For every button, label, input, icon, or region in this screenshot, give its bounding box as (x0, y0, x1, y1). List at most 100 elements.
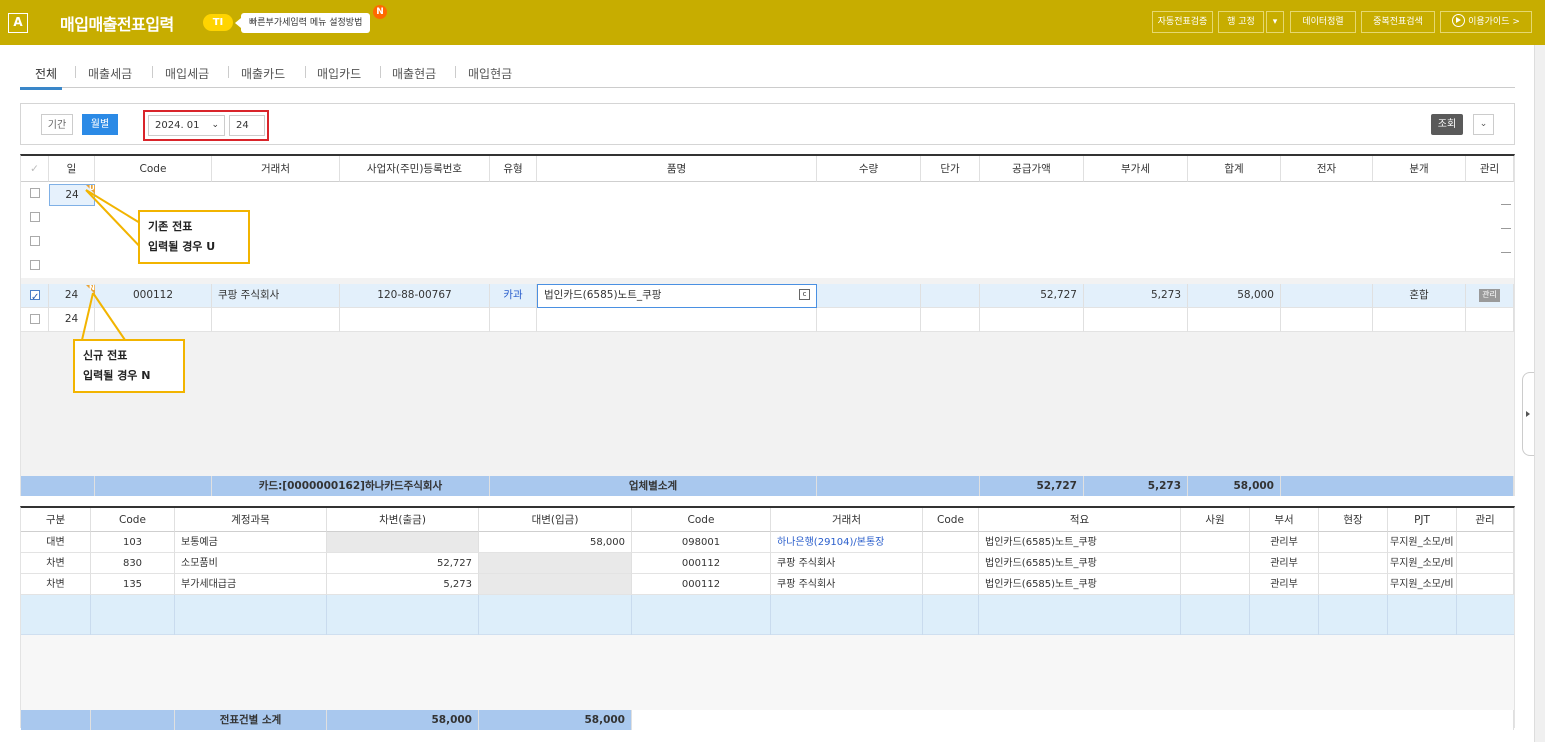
pjt-cell[interactable]: 무지원_소모/비 (1388, 574, 1457, 595)
vendor-cell[interactable]: 쿠팡 주식회사 (771, 553, 923, 574)
manage-cell[interactable] (1457, 553, 1514, 574)
manage-cell[interactable] (1457, 574, 1514, 595)
row-checkbox[interactable] (30, 314, 40, 324)
pjt-cell[interactable]: 무지원_소모/비 (1388, 553, 1457, 574)
row-checkbox[interactable] (30, 260, 40, 270)
vertical-scrollbar[interactable] (1534, 45, 1545, 742)
employee-cell[interactable] (1181, 574, 1250, 595)
code2-cell[interactable] (923, 532, 979, 553)
vat-cell[interactable]: 5,273 (1084, 284, 1188, 308)
employee-cell[interactable] (1181, 532, 1250, 553)
memo-cell[interactable]: 법인카드(6585)노트_쿠팡 (979, 532, 1181, 553)
table-row[interactable]: 24 (21, 308, 1514, 332)
user-guide-button[interactable]: 이용가이드 > (1440, 11, 1532, 33)
debit-cell[interactable]: 5,273 (327, 574, 479, 595)
memo-cell[interactable]: 법인카드(6585)노트_쿠팡 (979, 574, 1181, 595)
journal-cell[interactable] (1373, 308, 1466, 332)
type-cell[interactable] (490, 308, 537, 332)
debit-cell[interactable] (327, 532, 479, 553)
pjt-cell[interactable]: 무지원_소모/비 (1388, 532, 1457, 553)
site-cell[interactable] (1319, 553, 1388, 574)
tab-purchase-tax[interactable]: 매입세금 (165, 65, 209, 82)
journal-cell[interactable]: 혼합 (1373, 284, 1466, 308)
duplicate-voucher-search-button[interactable]: 중복전표검색 (1361, 11, 1435, 33)
account-cell[interactable]: 보통예금 (175, 532, 327, 553)
tab-sales-card[interactable]: 매출카드 (241, 65, 285, 82)
quick-guide-tooltip[interactable]: 빠른부가세입력 메뉴 설정방법 (234, 13, 371, 33)
vendor-code-cell[interactable]: 000112 (632, 553, 771, 574)
kind-cell[interactable]: 차변 (21, 553, 91, 574)
item-cell[interactable] (537, 308, 817, 332)
row-checkbox[interactable] (30, 188, 40, 198)
account-cell[interactable]: 부가세대급금 (175, 574, 327, 595)
vat-cell[interactable] (1084, 308, 1188, 332)
dept-cell[interactable]: 관리부 (1250, 574, 1319, 595)
auto-voucher-verify-button[interactable]: 자동전표검증 (1152, 11, 1213, 33)
code2-cell[interactable] (923, 574, 979, 595)
total-cell[interactable] (1188, 308, 1281, 332)
vendor-code-cell[interactable]: 000112 (632, 574, 771, 595)
month-select[interactable]: 2024. 01 ⌄ (148, 115, 225, 136)
employee-cell[interactable] (1181, 553, 1250, 574)
manage-button[interactable]: 관리 (1479, 289, 1500, 302)
vendor-cell[interactable] (212, 308, 340, 332)
calendar-icon[interactable]: c (799, 289, 810, 300)
total-cell[interactable]: 58,000 (1188, 284, 1281, 308)
bizno-cell[interactable] (340, 308, 490, 332)
ti-badge[interactable]: TI (203, 14, 233, 31)
credit-cell[interactable]: 58,000 (479, 532, 632, 553)
tab-sales-tax[interactable]: 매출세금 (88, 65, 132, 82)
day-input[interactable]: 24 (229, 115, 265, 136)
vendor-cell[interactable]: 쿠팡 주식회사 (771, 574, 923, 595)
manage-cell[interactable] (1466, 308, 1514, 332)
row-checkbox[interactable] (30, 236, 40, 246)
electronic-cell[interactable] (1281, 308, 1373, 332)
manage-cell[interactable] (1457, 532, 1514, 553)
bizno-cell[interactable]: 120-88-00767 (340, 284, 490, 308)
code-cell[interactable]: 135 (91, 574, 175, 595)
memo-cell[interactable]: 법인카드(6585)노트_쿠팡 (979, 553, 1181, 574)
tab-all[interactable]: 전체 (35, 65, 57, 82)
type-cell[interactable]: 카과 (490, 284, 537, 308)
account-cell[interactable]: 소모품비 (175, 553, 327, 574)
site-cell[interactable] (1319, 532, 1388, 553)
code-cell[interactable]: 103 (91, 532, 175, 553)
row-fix-button[interactable]: 행 고정 (1218, 11, 1264, 33)
electronic-cell[interactable] (1281, 284, 1373, 308)
row-checkbox[interactable] (30, 212, 40, 222)
credit-cell[interactable] (479, 574, 632, 595)
code-cell[interactable] (95, 308, 212, 332)
code2-cell[interactable] (923, 553, 979, 574)
kind-cell[interactable]: 차변 (21, 574, 91, 595)
row-checkbox[interactable] (30, 287, 40, 307)
code-cell[interactable]: 830 (91, 553, 175, 574)
supply-cell[interactable] (980, 308, 1084, 332)
tab-sales-cash[interactable]: 매출현금 (392, 65, 436, 82)
credit-cell[interactable] (479, 553, 632, 574)
supply-cell[interactable]: 52,727 (980, 284, 1084, 308)
dept-cell[interactable]: 관리부 (1250, 553, 1319, 574)
kind-cell[interactable]: 대변 (21, 532, 91, 553)
new-entry-row[interactable] (21, 595, 1514, 635)
unit-price-cell[interactable] (921, 308, 980, 332)
period-toggle[interactable]: 기간 (41, 114, 73, 135)
table-row-selected[interactable]: 24 N 000112 쿠팡 주식회사 120-88-00767 카과 법인카드… (21, 284, 1514, 308)
item-input[interactable]: 법인카드(6585)노트_쿠팡 c (537, 284, 817, 308)
side-panel-handle[interactable] (1522, 372, 1534, 456)
vendor-cell[interactable]: 쿠팡 주식회사 (212, 284, 340, 308)
vendor-code-cell[interactable]: 098001 (632, 532, 771, 553)
vendor-cell[interactable]: 하나은행(29104)/본통장 (771, 532, 923, 553)
tab-purchase-cash[interactable]: 매입현금 (468, 65, 512, 82)
row-fix-dropdown[interactable]: ▾ (1266, 11, 1284, 33)
monthly-toggle[interactable]: 월별 (82, 114, 118, 135)
debit-cell[interactable]: 52,727 (327, 553, 479, 574)
site-cell[interactable] (1319, 574, 1388, 595)
unit-price-cell[interactable] (921, 284, 980, 308)
dept-cell[interactable]: 관리부 (1250, 532, 1319, 553)
day-cell[interactable]: 24 (49, 308, 95, 332)
data-sort-button[interactable]: 데이터정렬 (1290, 11, 1356, 33)
qty-cell[interactable] (817, 284, 921, 308)
code-cell[interactable]: 000112 (95, 284, 212, 308)
select-all-checkbox[interactable]: ✓ (21, 156, 49, 182)
tab-purchase-card[interactable]: 매입카드 (317, 65, 361, 82)
